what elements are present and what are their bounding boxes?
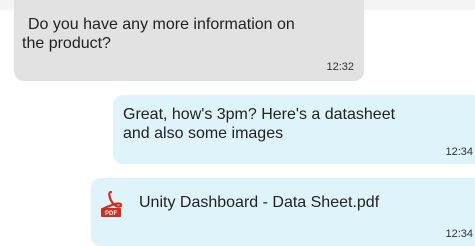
chat-thread: Do you have any more information on the … [0,0,475,246]
attachment-filename[interactable]: Unity Dashboard - Data Sheet.pdf [139,193,379,212]
pdf-attachment-bubble[interactable]: PDF Unity Dashboard - Data Sheet.pdf 12:… [91,178,475,246]
outgoing-message-bubble: Great, how's 3pm? Here's a datasheet and… [113,95,475,164]
message-text-line-1: Great, how's 3pm? Here's a datasheet [123,106,396,123]
message-timestamp: 12:34 [445,228,473,240]
message-text-line-2: the product? [22,35,111,52]
message-timestamp: 12:32 [326,61,354,73]
message-text-line-1: Do you have any more information on [28,16,295,33]
incoming-message-bubble: Do you have any more information on the … [14,0,364,81]
pdf-icon-label: PDF [105,211,117,217]
message-text-line-2: and also some images [123,125,284,142]
pdf-file-icon[interactable]: PDF [100,191,122,217]
message-timestamp: 12:34 [445,146,473,158]
